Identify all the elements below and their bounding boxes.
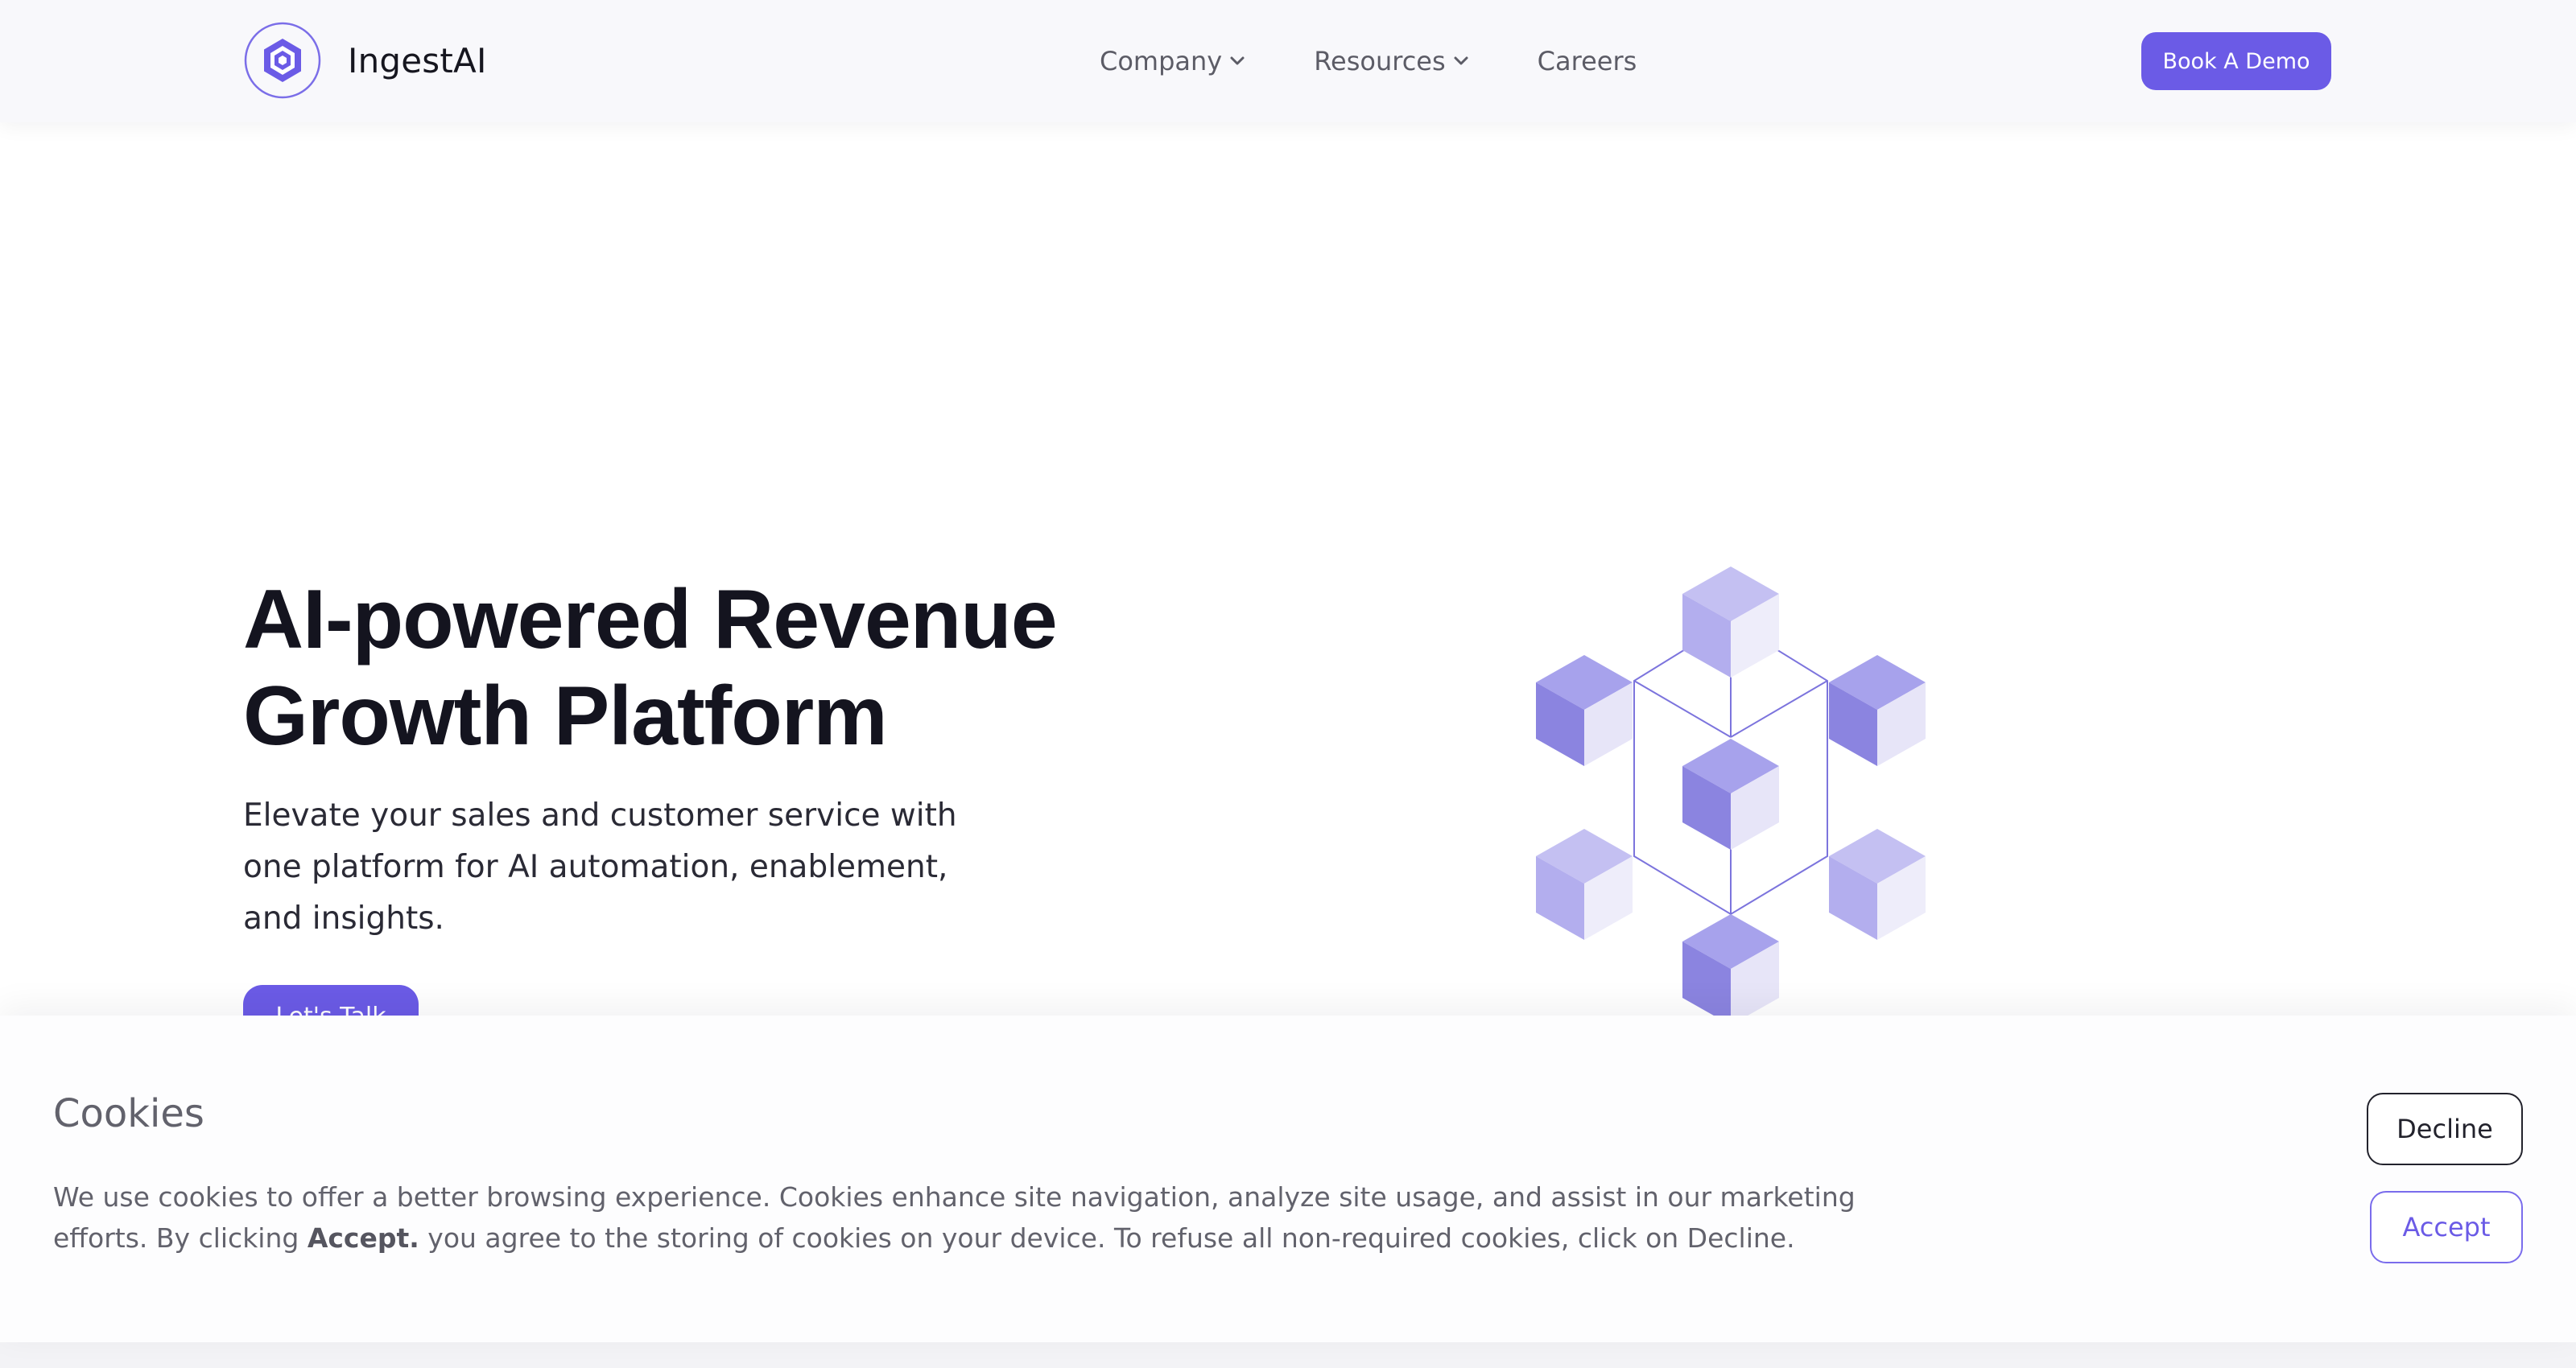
site-header: IngestAI Company Resources Careers Book … [0,0,2576,122]
accept-button[interactable]: Accept [2370,1191,2523,1263]
brand-name: IngestAI [348,40,487,80]
decline-button[interactable]: Decline [2367,1093,2523,1165]
nav-resources-label: Resources [1314,46,1446,76]
nav-company[interactable]: Company [1100,46,1246,76]
cube-upper-left [1536,655,1633,766]
hero-title-line2: Growth Platform [243,670,888,763]
chevron-down-icon [1454,56,1468,65]
cookie-description: We use cookies to offer a better browsin… [53,1176,1872,1259]
nav-resources[interactable]: Resources [1314,46,1469,76]
cookie-title: Cookies [53,1091,204,1136]
nav-company-label: Company [1100,46,1223,76]
cookie-text-end: you agree to the storing of cookies on y… [419,1222,1795,1254]
hexagon-logo-icon [244,22,321,99]
cookie-text-accept-word: Accept. [307,1222,419,1254]
nav-careers[interactable]: Careers [1538,46,1637,76]
book-demo-button[interactable]: Book A Demo [2141,32,2331,90]
hero-title-line1: AI-powered Revenue [243,573,1058,666]
cube-network-illustration [1536,567,1926,1022]
cube-lower-left [1536,829,1633,940]
chevron-down-icon [1230,56,1245,65]
cube-bottom [1682,914,1779,1022]
cookie-banner: Cookies We use cookies to offer a better… [0,1016,2576,1342]
cube-top [1682,567,1779,678]
nav-careers-label: Careers [1537,46,1637,76]
cube-upper-right [1829,655,1926,766]
hero-title: AI-powered Revenue Growth Platform [243,571,1209,764]
page-bottom-strip [0,1342,2576,1368]
cube-lower-right [1829,829,1926,940]
brand-logo-link[interactable]: IngestAI [243,21,487,100]
cube-center [1682,739,1779,850]
main-nav: Company Resources Careers [1100,40,1637,82]
hero-subtitle: Elevate your sales and customer service … [243,797,957,937]
